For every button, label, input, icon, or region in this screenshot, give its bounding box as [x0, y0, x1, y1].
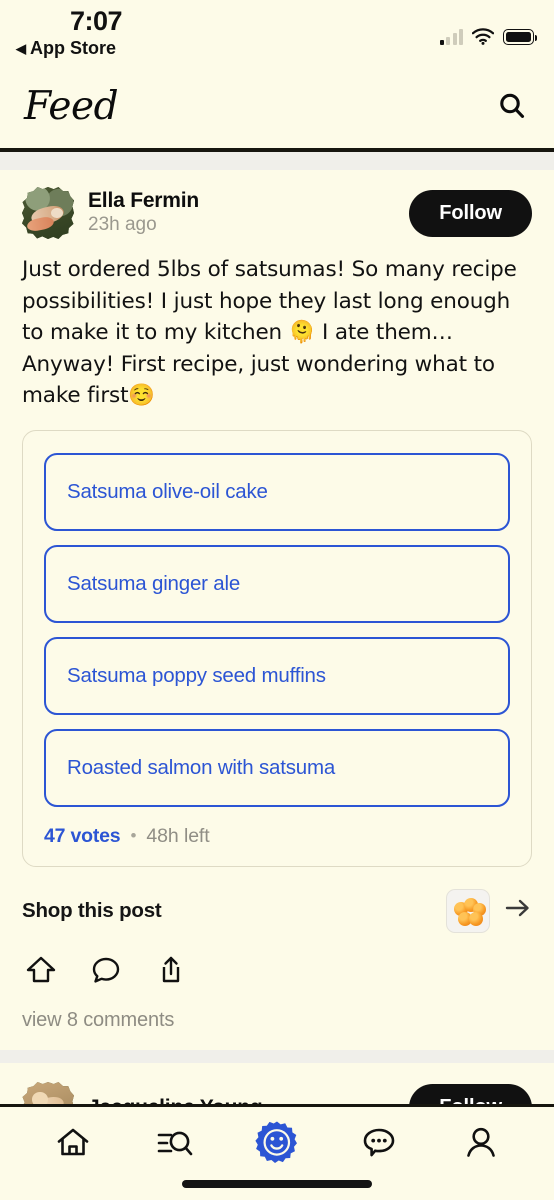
page-title: Feed — [24, 83, 119, 129]
feed-post: Ella Fermin 23h ago Follow Just ordered … — [0, 170, 554, 1050]
poll-vote-count[interactable]: 47 votes — [44, 825, 121, 848]
poll-time-left: 48h left — [146, 824, 210, 847]
bottom-tab-bar — [0, 1104, 554, 1200]
poll-option-3[interactable]: Satsuma poppy seed muffins — [44, 636, 510, 715]
poll-separator: • — [130, 826, 137, 846]
poll-option-2[interactable]: Satsuma ginger ale — [44, 544, 510, 623]
poll-option-1[interactable]: Satsuma olive-oil cake — [44, 452, 510, 531]
poll-option-4[interactable]: Roasted salmon with satsuma — [44, 728, 510, 807]
status-bar: 7:07 ◀ App Store — [0, 0, 554, 70]
search-list-icon — [157, 1131, 193, 1156]
back-triangle-icon: ◀ — [16, 41, 26, 56]
view-comments-link[interactable]: view 8 comments — [22, 1009, 532, 1050]
share-icon[interactable] — [152, 951, 190, 989]
post-body-text: Just ordered 5lbs of satsumas! So many r… — [22, 257, 517, 409]
follow-button[interactable]: Follow — [409, 189, 532, 237]
shop-this-post-row[interactable]: Shop this post — [22, 888, 532, 933]
post-timestamp: 23h ago — [88, 214, 157, 236]
post-actions — [22, 951, 532, 989]
poll-card: Satsuma olive-oil cake Satsuma ginger al… — [22, 429, 532, 867]
tab-smiley[interactable] — [249, 1117, 305, 1169]
app-screen: 7:07 ◀ App Store Feed Ella Fermin 23h ag… — [0, 0, 554, 1200]
arrow-right-icon[interactable] — [504, 897, 532, 924]
avatar[interactable] — [22, 187, 74, 239]
post-header: Ella Fermin 23h ago Follow — [22, 186, 532, 240]
back-to-app-store[interactable]: ◀ App Store — [16, 38, 116, 59]
shop-this-post-label: Shop this post — [22, 898, 162, 922]
post-author-name[interactable]: Ella Fermin — [88, 189, 395, 214]
chat-bubble-icon — [363, 1128, 395, 1157]
tab-search[interactable] — [147, 1117, 203, 1169]
smiley-badge-icon — [255, 1121, 297, 1163]
app-header: Feed — [0, 70, 554, 148]
wifi-icon — [471, 28, 495, 45]
home-indicator — [182, 1180, 372, 1188]
tab-home[interactable] — [45, 1117, 101, 1169]
cellular-signal-icon — [439, 28, 463, 45]
tab-profile[interactable] — [453, 1117, 509, 1169]
post-author-block: Ella Fermin 23h ago — [88, 189, 395, 238]
satsumas-product-thumbnail[interactable] — [446, 888, 490, 933]
home-icon — [57, 1128, 89, 1156]
shop-preview — [446, 888, 532, 933]
status-bar-indicators — [439, 28, 537, 45]
search-icon[interactable] — [492, 86, 532, 126]
tab-messages[interactable] — [351, 1117, 407, 1169]
feed-list[interactable]: Ella Fermin 23h ago Follow Just ordered … — [0, 170, 554, 1200]
feed-top-gap — [0, 152, 554, 170]
upvote-icon[interactable] — [22, 951, 60, 989]
comment-icon[interactable] — [87, 951, 125, 989]
poll-footer: 47 votes • 48h left — [44, 825, 510, 848]
person-icon — [467, 1127, 495, 1157]
post-separator — [0, 1049, 554, 1063]
status-bar-time: 7:07 — [70, 6, 123, 36]
battery-icon — [503, 28, 537, 45]
back-label: App Store — [30, 38, 117, 58]
